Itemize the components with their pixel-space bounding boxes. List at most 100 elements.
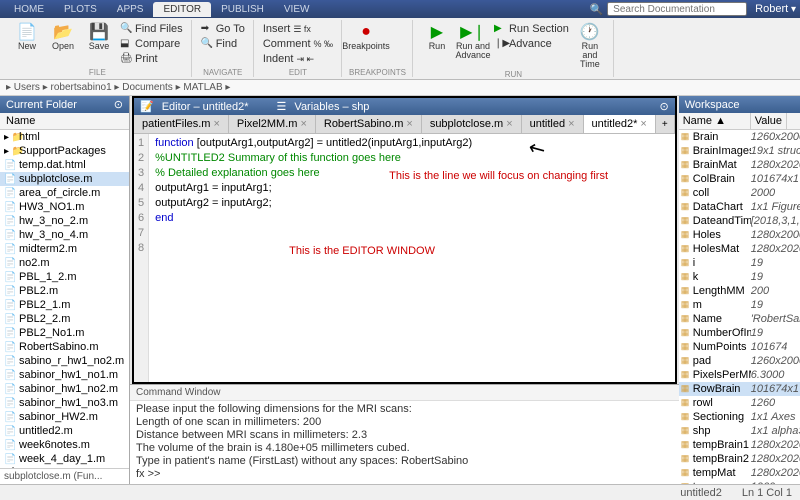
file-item[interactable]: 📄no2.m (0, 256, 129, 270)
find-button[interactable]: 🔍Find (199, 37, 247, 51)
main-tab-apps[interactable]: APPS (107, 2, 154, 17)
workspace-var[interactable]: NumberOfIma...19 (679, 326, 800, 340)
code-editor[interactable]: 12345678 function [outputArg1,outputArg2… (134, 134, 675, 382)
close-tab-icon[interactable]: × (300, 118, 306, 130)
workspace-var[interactable]: Sectioning1x1 Axes (679, 410, 800, 424)
editor-tab[interactable]: untitled2*× (584, 115, 656, 133)
editor-tab[interactable]: RobertSabino.m× (316, 115, 422, 133)
file-item[interactable]: 📄area_of_circle.m (0, 186, 129, 200)
file-item[interactable]: 📄midterm2.m (0, 242, 129, 256)
window-icon: 📝 (140, 100, 154, 113)
save-button[interactable]: 💾Save (82, 20, 116, 67)
file-item[interactable]: 📄PBL_1_2.m (0, 270, 129, 284)
workspace-var[interactable]: NumPoints101674 (679, 340, 800, 354)
run-button[interactable]: ▶Run (420, 20, 454, 69)
new-button[interactable]: 📄New (10, 20, 44, 67)
workspace-var[interactable]: HolesMat1280x2020 d (679, 242, 800, 256)
variable-list[interactable]: Brain1260x2000 cBrainImages19x1 structBr… (679, 130, 800, 484)
workspace-var[interactable]: PixelsPerMM6.3000 (679, 368, 800, 382)
file-item[interactable]: 📄subplotclose.m (0, 172, 129, 186)
editor-tab[interactable]: patientFiles.m× (134, 115, 229, 133)
workspace-var[interactable]: tempBrain21280x2020 d (679, 452, 800, 466)
workspace-var[interactable]: BrainMat1280x2020 d (679, 158, 800, 172)
file-item[interactable]: 📄PBL2_2.m (0, 312, 129, 326)
main-tab-editor[interactable]: EDITOR (153, 2, 211, 17)
column-header[interactable]: Value (751, 113, 787, 129)
run-section-button[interactable]: ▶Run Section (492, 22, 571, 36)
workspace-var[interactable]: Holes1280x2000 c (679, 228, 800, 242)
workspace-var[interactable]: k19 (679, 270, 800, 284)
close-icon[interactable]: ⊙ (659, 100, 668, 113)
file-list[interactable]: ▸ 📁html▸ 📁SupportPackages📄temp.dat.html📄… (0, 130, 129, 468)
run-advance-button[interactable]: ▶❘Run and Advance (456, 20, 490, 69)
open-button[interactable]: 📂Open (46, 20, 80, 67)
goto-button[interactable]: ➡Go To (199, 22, 247, 36)
workspace-var[interactable]: shp1x1 alphaSha (679, 424, 800, 438)
close-tab-icon[interactable]: × (568, 118, 574, 130)
file-item[interactable]: 📄HW3_NO1.m (0, 200, 129, 214)
workspace-var[interactable]: DataChart1x1 Figure (679, 200, 800, 214)
file-item[interactable]: 📄untitled2.m (0, 424, 129, 438)
workspace-var[interactable]: pad1260x2000 c (679, 354, 800, 368)
address-bar[interactable]: ▸ Users ▸ robertsabino1 ▸ Documents ▸ MA… (0, 80, 800, 96)
user-menu[interactable]: Robert ▾ (755, 3, 796, 15)
file-item[interactable]: 📄hw_3_no_2.m (0, 214, 129, 228)
workspace-var[interactable]: tempMat1280x2020 d (679, 466, 800, 480)
breakpoints-button[interactable]: ●Breakpoints (349, 20, 383, 67)
workspace-var[interactable]: Brain1260x2000 c (679, 130, 800, 144)
workspace-var[interactable]: m19 (679, 298, 800, 312)
column-header[interactable]: Name (6, 115, 35, 127)
doc-search[interactable]: 🔍 (589, 2, 747, 16)
file-item[interactable]: ▸ 📁html (0, 130, 129, 144)
close-tab-icon[interactable]: × (406, 118, 412, 130)
file-item[interactable]: 📄week_4_day_1.m (0, 452, 129, 466)
file-item[interactable]: 📄hw_3_no_4.m (0, 228, 129, 242)
file-item[interactable]: 📄PBL2_1.m (0, 298, 129, 312)
print-button[interactable]: 🖨Print (118, 52, 185, 66)
file-item[interactable]: 📄PBL2.m (0, 284, 129, 298)
workspace-var[interactable]: LengthMM200 (679, 284, 800, 298)
main-tab-plots[interactable]: PLOTS (54, 2, 107, 17)
editor-tab[interactable]: untitled× (522, 115, 584, 133)
compare-button[interactable]: ⬓Compare (118, 37, 185, 51)
workspace-var[interactable]: BrainImages19x1 struct (679, 144, 800, 158)
workspace-var[interactable]: tempBrain11280x2020 d (679, 438, 800, 452)
main-tab-home[interactable]: HOME (4, 2, 54, 17)
file-item[interactable]: 📄sabinor_hw1_no2.m (0, 382, 129, 396)
file-item[interactable]: 📄sabino_r_hw1_no2.m (0, 354, 129, 368)
file-item[interactable]: 📄PBL2_No1.m (0, 326, 129, 340)
file-item[interactable]: 📄sabinor_HW2.m (0, 410, 129, 424)
search-input[interactable] (607, 2, 747, 16)
find-files-button[interactable]: 🔍Find Files (118, 22, 185, 36)
close-tab-icon[interactable]: × (506, 118, 512, 130)
workspace-var[interactable]: Name'RobertSabino (679, 312, 800, 326)
panel-title: Command Window (130, 385, 679, 401)
close-tab-icon[interactable]: × (640, 118, 646, 130)
workspace-var[interactable]: rowl1260 (679, 396, 800, 410)
run-time-button[interactable]: 🕐Run and Time (573, 20, 607, 69)
file-item[interactable]: 📄RobertSabino.m (0, 340, 129, 354)
file-item[interactable]: ▸ 📁SupportPackages (0, 144, 129, 158)
file-item[interactable]: 📄sabinor_hw1_no3.m (0, 396, 129, 410)
insert-button[interactable]: Insert ☰ fx (261, 22, 335, 36)
workspace-var[interactable]: DateandTime[2018,3,1,13... (679, 214, 800, 228)
workspace-var[interactable]: RowBrain101674x1 do (679, 382, 800, 396)
workspace-var[interactable]: i19 (679, 256, 800, 270)
file-item[interactable]: 📄week6notes.m (0, 438, 129, 452)
add-tab-button[interactable]: + (656, 115, 675, 133)
workspace-var[interactable]: coll2000 (679, 186, 800, 200)
editor-tab[interactable]: subplotclose.m× (422, 115, 522, 133)
file-item[interactable]: 📄sabinor_hw1_no1.m (0, 368, 129, 382)
indent-button[interactable]: Indent ⇥ ⇤ (261, 52, 335, 66)
main-tab-publish[interactable]: PUBLISH (211, 2, 274, 17)
file-item[interactable]: 📄temp.dat.html (0, 158, 129, 172)
comment-button[interactable]: Comment % ‰ (261, 37, 335, 51)
command-window[interactable]: Command Window Please input the followin… (130, 384, 679, 484)
column-header[interactable]: Name ▲ (679, 113, 751, 129)
editor-tab[interactable]: Pixel2MM.m× (229, 115, 316, 133)
workspace-var[interactable]: ColBrain101674x1 do (679, 172, 800, 186)
close-tab-icon[interactable]: × (213, 118, 219, 130)
close-icon[interactable]: ⊙ (114, 98, 123, 111)
main-tab-view[interactable]: VIEW (274, 2, 320, 17)
advance-button[interactable]: ❘▶Advance (492, 37, 571, 51)
